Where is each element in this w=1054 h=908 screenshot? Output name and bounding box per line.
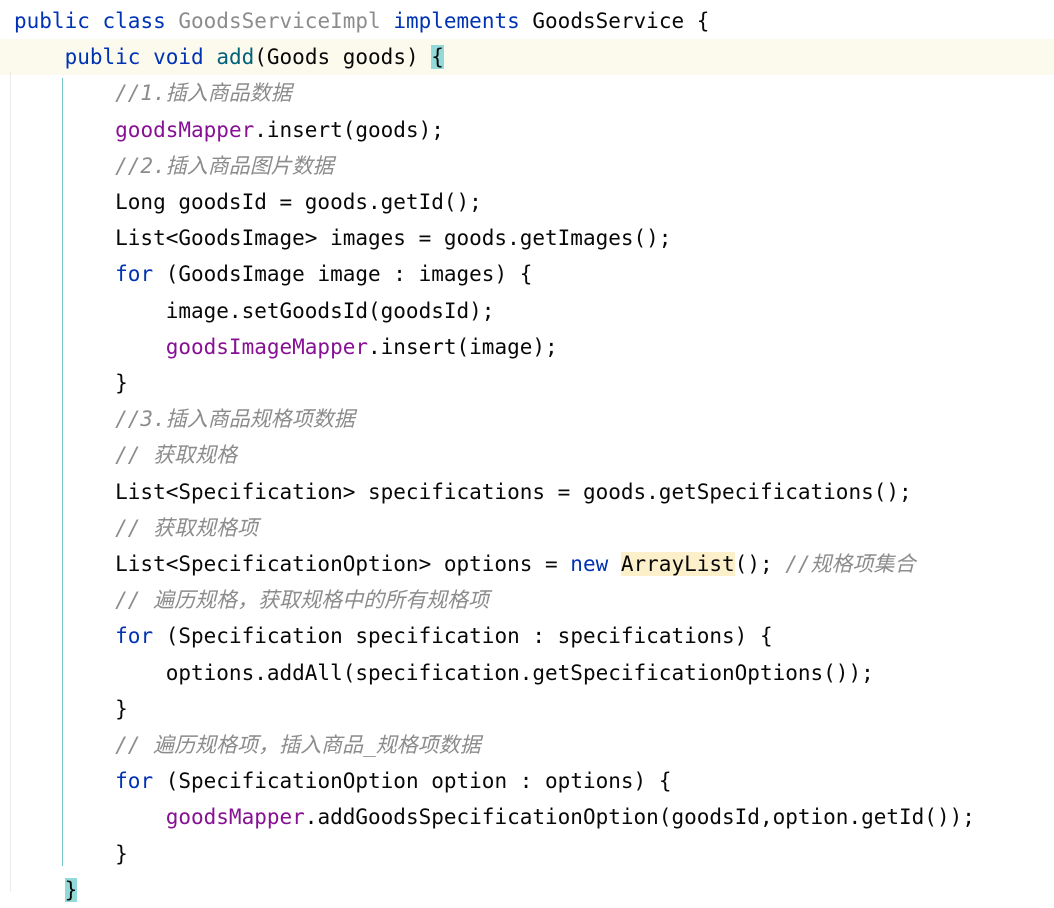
code-token: implements: [393, 9, 533, 33]
code-token: List<GoodsImage> images = goods.getImage…: [14, 226, 672, 251]
gutter-separator: [10, 72, 11, 892]
code-token: // 遍历规格项，插入商品_规格项数据: [14, 733, 481, 757]
code-token: new: [570, 552, 621, 576]
code-line: Long goodsId = goods.getId();: [14, 184, 482, 220]
code-line: List<Specification> specifications = goo…: [14, 474, 912, 510]
code-token: image.setGoodsId(goodsId);: [14, 298, 495, 323]
code-line: image.setGoodsId(goodsId);: [14, 293, 495, 329]
code-line: // 获取规格项: [14, 510, 258, 546]
code-token: (SpecificationOption option : options) {: [165, 769, 672, 794]
code-token: for: [115, 769, 166, 794]
code-line: // 遍历规格项，插入商品_规格项数据: [14, 727, 481, 763]
code-token: {: [431, 45, 444, 70]
code-line: }: [14, 691, 128, 727]
code-line: }: [14, 836, 128, 872]
code-token: //规格项集合: [785, 552, 916, 576]
code-token: .insert(goods);: [254, 117, 444, 142]
code-token: goodsMapper: [115, 117, 255, 142]
code-token: // 获取规格项: [14, 515, 259, 540]
code-line: for (Specification specification : speci…: [14, 618, 773, 654]
code-line: //2.插入商品图片数据: [14, 148, 334, 184]
code-token: }: [64, 877, 78, 902]
code-line: }: [14, 365, 128, 401]
code-token: (Specification specification : specifica…: [165, 624, 773, 649]
code-token: for: [115, 262, 166, 287]
code-token: goodsImageMapper: [165, 334, 369, 359]
code-token: void: [153, 45, 217, 70]
code-token: GoodsService {: [532, 9, 710, 33]
code-token: (GoodsImage image : images) {: [165, 262, 533, 287]
code-token: add: [216, 45, 255, 70]
code-line: }: [14, 872, 78, 908]
code-line: goodsMapper.addGoodsSpecificationOption(…: [14, 799, 975, 835]
code-line: List<GoodsImage> images = goods.getImage…: [14, 220, 671, 256]
code-token: }: [14, 841, 128, 866]
code-token: // 获取规格: [14, 443, 238, 468]
code-token: ArrayList: [620, 552, 735, 576]
code-line: // 遍历规格，获取规格中的所有规格项: [14, 582, 489, 618]
code-token: GoodsServiceImpl: [178, 9, 394, 33]
code-line: goodsImageMapper.insert(image);: [14, 329, 558, 365]
code-token: .insert(image);: [368, 334, 558, 359]
code-token: // 遍历规格，获取规格中的所有规格项: [14, 588, 490, 613]
code-line: goodsMapper.insert(goods);: [14, 112, 444, 148]
code-line: //3.插入商品规格项数据: [14, 401, 355, 437]
code-token: for: [115, 624, 166, 649]
code-line: // 获取规格: [14, 437, 237, 473]
code-token: public: [14, 9, 103, 33]
code-line: public void add(Goods goods) {: [14, 39, 444, 75]
code-line: List<SpecificationOption> options = new …: [14, 546, 916, 582]
code-token: }: [14, 696, 128, 721]
code-token: List<SpecificationOption> options =: [14, 552, 571, 576]
code-token: ();: [734, 552, 786, 576]
code-editor[interactable]: public class GoodsServiceImpl implements…: [0, 0, 1054, 902]
code-token: List<Specification> specifications = goo…: [14, 479, 912, 504]
code-line: //1.插入商品数据: [14, 75, 292, 111]
code-token: .addGoodsSpecificationOption(goodsId,opt…: [304, 805, 975, 830]
code-token: Long goodsId = goods.getId();: [14, 190, 482, 214]
code-token: //1.插入商品数据: [14, 81, 292, 106]
code-token: //3.插入商品规格项数据: [14, 407, 355, 432]
code-line: options.addAll(specification.getSpecific…: [14, 655, 874, 691]
code-token: (Goods goods): [254, 45, 432, 70]
code-line: public class GoodsServiceImpl implements…: [14, 3, 709, 39]
code-token: class: [102, 9, 179, 33]
code-token: options.addAll(specification.getSpecific…: [14, 660, 874, 685]
code-token: }: [14, 371, 128, 395]
code-line: for (SpecificationOption option : option…: [14, 763, 671, 799]
code-token: public: [64, 45, 154, 70]
code-line: for (GoodsImage image : images) {: [14, 256, 532, 292]
code-token: goodsMapper: [165, 805, 305, 830]
code-token: //2.插入商品图片数据: [14, 153, 334, 178]
